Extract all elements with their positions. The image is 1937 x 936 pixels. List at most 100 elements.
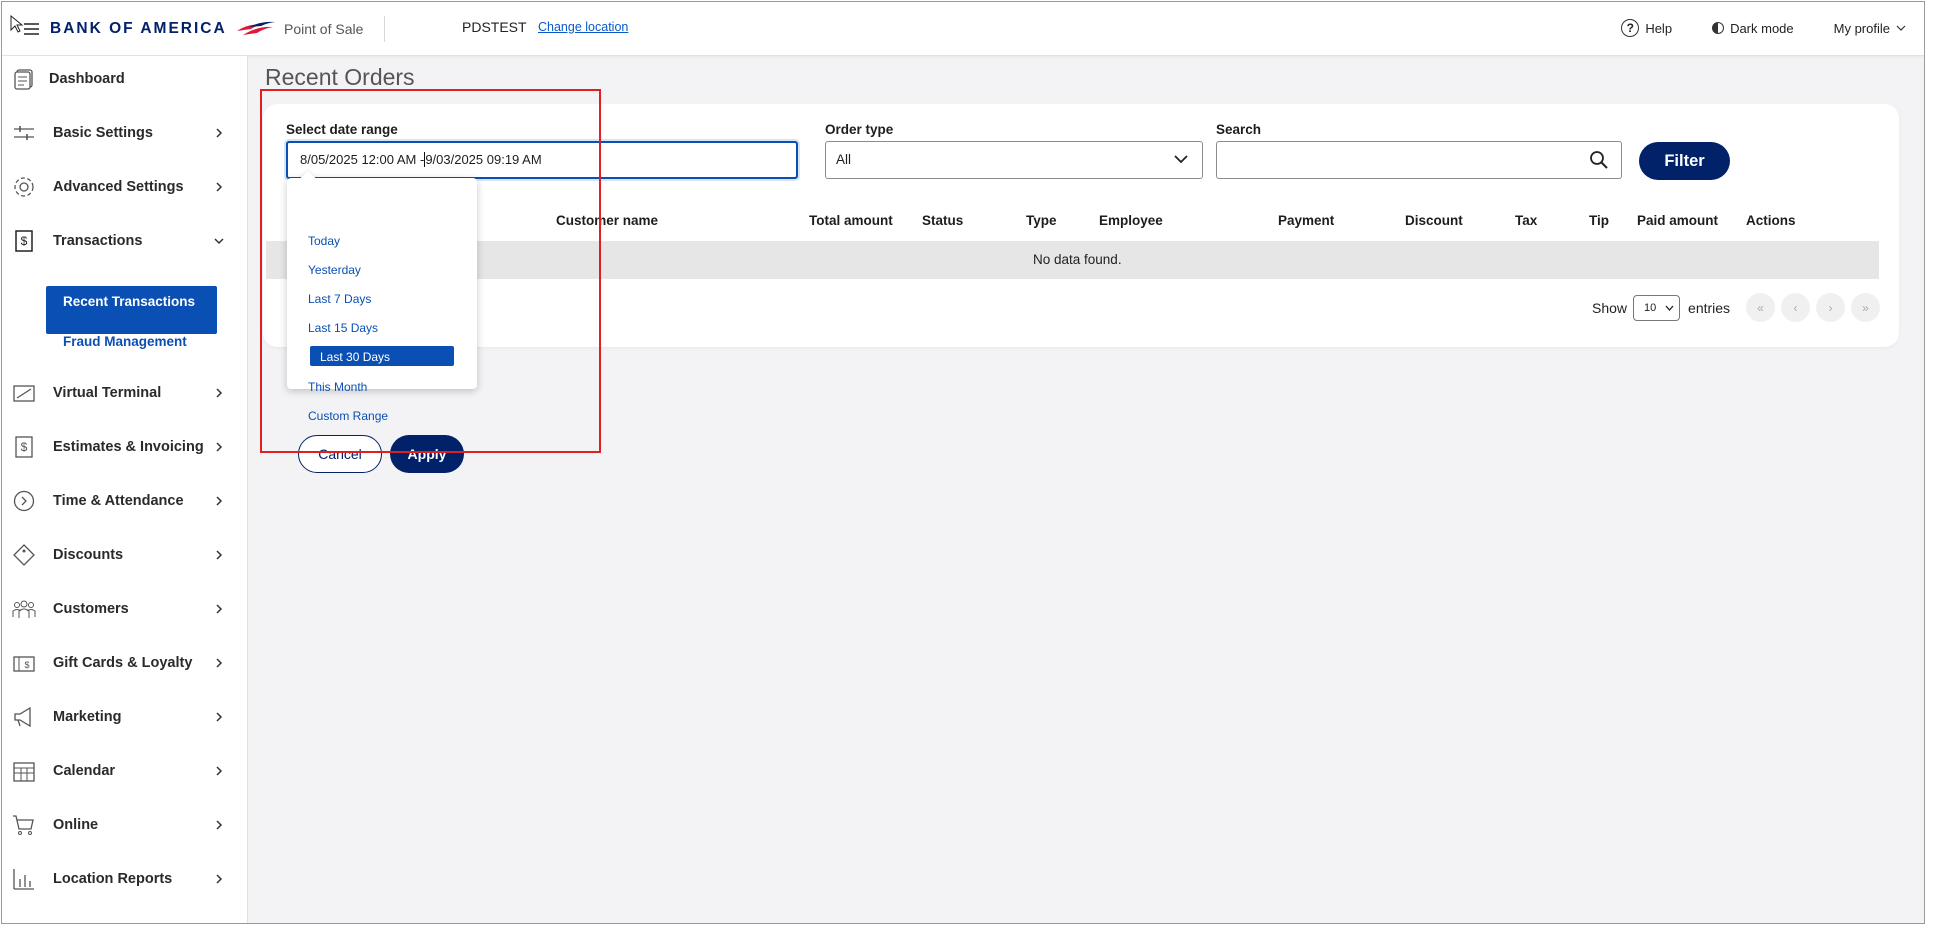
- sidebar-item-basic-settings[interactable]: Basic Settings: [2, 114, 247, 152]
- invoice-icon: $: [15, 436, 33, 458]
- top-bar: BANK OF AMERICA Point of Sale PDSTEST Ch…: [2, 2, 1924, 56]
- sidebar-item-label: Calendar: [53, 763, 116, 779]
- search-icon[interactable]: [1589, 150, 1609, 170]
- sidebar-item-location-reports[interactable]: Location Reports: [2, 860, 247, 898]
- column-header[interactable]: Tax: [1515, 213, 1537, 228]
- chevron-right-icon: [216, 442, 223, 452]
- people-icon: [12, 600, 36, 618]
- cart-icon: [13, 815, 34, 835]
- header-divider: [384, 16, 385, 42]
- app-window: BANK OF AMERICA Point of Sale PDSTEST Ch…: [1, 1, 1925, 924]
- column-header[interactable]: Employee: [1099, 213, 1163, 228]
- sidebar-item-dashboard[interactable]: Dashboard: [2, 60, 247, 98]
- next-page-button[interactable]: ›: [1816, 293, 1845, 322]
- sidebar-item-label: Virtual Terminal: [53, 385, 162, 401]
- svg-text:$: $: [21, 440, 28, 454]
- brand-logo[interactable]: BANK OF AMERICA: [50, 20, 277, 38]
- sidebar-item-calendar[interactable]: Calendar: [2, 752, 247, 790]
- sidebar: Dashboard Basic Settings Advanced Settin…: [2, 56, 248, 923]
- column-header[interactable]: Type: [1026, 213, 1057, 228]
- column-header[interactable]: Tip: [1589, 213, 1609, 228]
- sidebar-item-label: Location Reports: [53, 871, 173, 887]
- sidebar-item-time-attendance[interactable]: Time & Attendance: [2, 482, 247, 520]
- sidebar-item-marketing[interactable]: Marketing: [2, 698, 247, 736]
- help-label: Help: [1645, 20, 1673, 36]
- dashboard-icon: [14, 69, 33, 90]
- sidebar-item-discounts[interactable]: Discounts: [2, 536, 247, 574]
- search-label: Search: [1216, 122, 1262, 137]
- sidebar-item-label: Transactions: [53, 233, 143, 249]
- sidebar-item-label: Customers: [53, 601, 129, 617]
- search-input[interactable]: [1216, 141, 1622, 179]
- sidebar-item-label: Marketing: [53, 709, 122, 725]
- show-label: Show: [1592, 300, 1628, 316]
- chevron-down-icon: [214, 238, 224, 245]
- app-name: Point of Sale: [284, 21, 364, 37]
- chevron-right-icon: [216, 712, 223, 722]
- empty-message: No data found.: [1033, 252, 1122, 267]
- help-link[interactable]: ? Help: [1621, 19, 1672, 37]
- sidebar-item-advanced-settings[interactable]: Advanced Settings: [2, 168, 247, 206]
- column-header[interactable]: Actions: [1746, 213, 1796, 228]
- sidebar-item-label: Online: [53, 817, 99, 833]
- brand-name: BANK OF AMERICA: [50, 20, 227, 37]
- help-icon: ?: [1621, 19, 1640, 37]
- sidebar-item-estimates-invoicing[interactable]: $ Estimates & Invoicing: [2, 428, 247, 466]
- dark-mode-toggle[interactable]: Dark mode: [1712, 21, 1794, 36]
- chevron-right-icon: [216, 874, 223, 884]
- sidebar-item-label: Gift Cards & Loyalty: [53, 655, 193, 671]
- gear-icon: [14, 177, 34, 197]
- column-header[interactable]: Payment: [1278, 213, 1334, 228]
- flag-logo-icon: [236, 21, 275, 35]
- sidebar-item-transactions[interactable]: $ Transactions: [2, 222, 247, 260]
- chevron-right-icon: [216, 766, 223, 776]
- sidebar-item-customers[interactable]: Customers: [2, 590, 247, 628]
- clock-icon: [13, 490, 35, 512]
- chevron-right-icon: [216, 182, 223, 192]
- page-size-select[interactable]: 10: [1633, 295, 1681, 321]
- page-size-control: Show 10 entries: [1592, 295, 1730, 321]
- sidebar-item-label: Basic Settings: [53, 125, 153, 141]
- tag-icon: [13, 544, 35, 566]
- chevron-right-icon: [216, 388, 223, 398]
- sidebar-sub-recent-transactions[interactable]: Recent Transactions: [46, 286, 217, 334]
- profile-label: My profile: [1833, 20, 1890, 36]
- column-header[interactable]: Status: [922, 213, 963, 228]
- chevron-right-icon: [216, 550, 223, 560]
- page-title: Recent Orders: [265, 64, 415, 90]
- chevron-down-icon: [1896, 25, 1906, 31]
- order-type-select[interactable]: All: [825, 141, 1203, 179]
- sliders-icon: [14, 126, 34, 140]
- dark-mode-label: Dark mode: [1730, 20, 1794, 36]
- chevron-down-icon: [1665, 305, 1674, 311]
- column-header[interactable]: Total amount: [809, 213, 893, 228]
- filter-button[interactable]: Filter: [1639, 142, 1730, 180]
- chevron-down-icon: [1174, 155, 1188, 164]
- header-actions: ? Help Dark mode My profile: [1581, 19, 1906, 37]
- order-type-label: Order type: [825, 122, 894, 137]
- chevron-right-icon: [216, 820, 223, 830]
- sidebar-item-label: Time & Attendance: [53, 493, 184, 509]
- highlight-box: [260, 89, 601, 453]
- location-name: PDSTEST: [462, 19, 527, 35]
- sidebar-item-label: Discounts: [53, 547, 124, 563]
- column-header[interactable]: Discount: [1405, 213, 1463, 228]
- chevron-right-icon: [216, 604, 223, 614]
- dollar-doc-icon: $: [15, 230, 33, 252]
- change-location-link[interactable]: Change location: [538, 20, 628, 34]
- order-type-value: All: [836, 152, 852, 167]
- last-page-button[interactable]: »: [1851, 293, 1880, 322]
- gift-card-icon: $: [13, 656, 35, 672]
- sidebar-item-virtual-terminal[interactable]: Virtual Terminal: [2, 374, 247, 412]
- contrast-icon: [1712, 22, 1725, 34]
- pagination: « ‹ › »: [1746, 293, 1880, 322]
- sidebar-item-online[interactable]: Online: [2, 806, 247, 844]
- menu-icon[interactable]: [10, 15, 40, 37]
- page-size-value: 10: [1644, 302, 1657, 314]
- prev-page-button[interactable]: ‹: [1781, 293, 1810, 322]
- sidebar-item-gift-cards-loyalty[interactable]: $ Gift Cards & Loyalty: [2, 644, 247, 682]
- sidebar-sub-fraud-management[interactable]: Fraud Management: [63, 334, 187, 349]
- first-page-button[interactable]: «: [1746, 293, 1775, 322]
- profile-menu[interactable]: My profile: [1834, 21, 1906, 36]
- column-header[interactable]: Paid amount: [1637, 213, 1718, 228]
